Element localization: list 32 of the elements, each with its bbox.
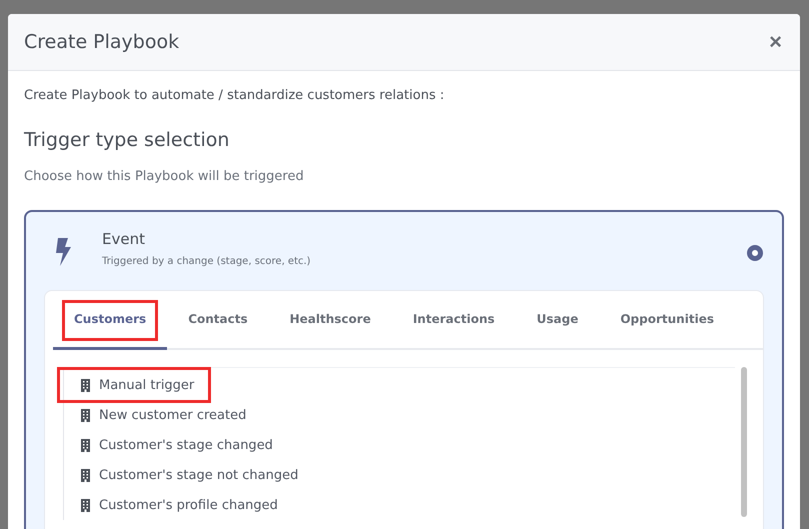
building-icon: [80, 408, 91, 422]
event-label: Customer's stage changed: [99, 438, 273, 452]
close-button[interactable]: ×: [765, 31, 786, 53]
tab[interactable]: Interactions: [392, 291, 516, 350]
section-title: Trigger type selection: [24, 129, 230, 151]
building-icon: [80, 378, 91, 392]
event-item[interactable]: Customer's stage changed: [64, 430, 735, 460]
event-item[interactable]: Customer's stage not changed: [64, 460, 735, 490]
tab[interactable]: Usage: [516, 291, 600, 350]
event-item[interactable]: New customer created: [64, 400, 735, 430]
building-icon: [80, 498, 91, 512]
event-item[interactable]: Customer's profile changed: [64, 490, 735, 520]
event-label: New customer created: [99, 408, 246, 422]
dialog-title: Create Playbook: [24, 31, 180, 53]
event-label: Customer's profile changed: [99, 498, 278, 512]
trigger-option-card[interactable]: [24, 210, 784, 529]
section-subtitle: Choose how this Playbook will be triggered: [24, 169, 305, 184]
tab[interactable]: Customers: [53, 291, 168, 350]
event-label: Customer's stage not changed: [99, 468, 298, 482]
lightning-icon: [54, 238, 72, 266]
radio-button[interactable]: [747, 245, 763, 261]
event-item[interactable]: Manual trigger: [60, 370, 208, 400]
intro-text: Create Playbook to automate / standardize customers relations :: [24, 88, 446, 103]
option-description: Triggered by a change (stage, score, etc.): [102, 256, 312, 267]
tab[interactable]: Healthscore: [268, 291, 392, 350]
building-icon: [80, 468, 91, 482]
option-title: Event: [102, 230, 146, 248]
tab[interactable]: Contacts: [167, 291, 269, 350]
building-icon: [80, 438, 91, 452]
scrollbar[interactable]: [741, 367, 747, 517]
tab[interactable]: Opportunities: [599, 291, 735, 350]
event-label: Manual trigger: [99, 378, 194, 392]
